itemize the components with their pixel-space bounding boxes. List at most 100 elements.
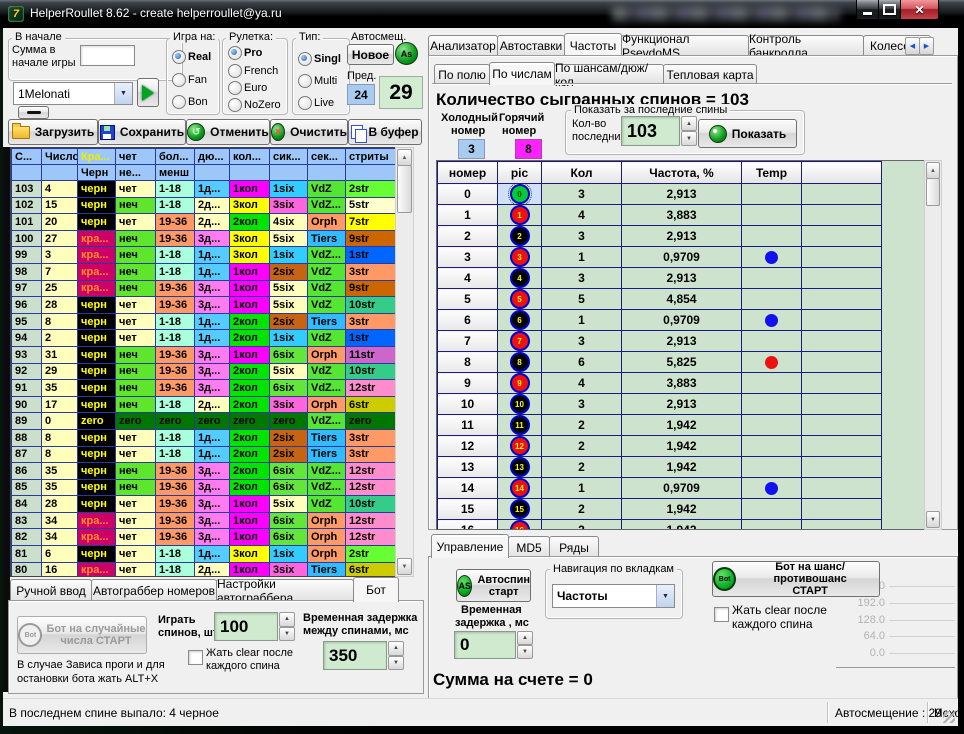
- history-cell[interactable]: 19-36: [156, 214, 195, 231]
- history-cell[interactable]: 1-18: [156, 546, 195, 563]
- count-cell[interactable]: 3: [542, 226, 622, 247]
- history-table-scrollbar[interactable]: ▲ ▼: [395, 147, 414, 577]
- undo-button[interactable]: ↺ Отменить: [186, 119, 270, 145]
- temp-cell[interactable]: [742, 184, 802, 205]
- empty-cell[interactable]: [802, 436, 882, 457]
- number-cell[interactable]: 15: [438, 499, 498, 520]
- history-cell[interactable]: 1кол: [230, 181, 270, 198]
- pic-cell[interactable]: 15: [498, 499, 542, 520]
- history-cell[interactable]: 5six: [270, 363, 308, 380]
- history-cell[interactable]: 4: [42, 181, 78, 198]
- tab-manual-input[interactable]: Ручной ввод: [10, 579, 92, 601]
- number-cell[interactable]: 13: [438, 457, 498, 478]
- history-cell[interactable]: Tiers: [308, 446, 346, 463]
- history-cell[interactable]: черн: [78, 330, 116, 347]
- pic-cell[interactable]: 11: [498, 415, 542, 436]
- history-cell[interactable]: 3д...: [195, 479, 230, 496]
- history-cell[interactable]: черн: [78, 313, 116, 330]
- history-cell[interactable]: 2: [42, 330, 78, 347]
- history-cell[interactable]: 1кол: [230, 496, 270, 513]
- history-cell[interactable]: 10str: [346, 363, 397, 380]
- tab-control[interactable]: Управление: [431, 534, 509, 558]
- radio-real[interactable]: [172, 50, 186, 64]
- count-cell[interactable]: 6: [542, 352, 622, 373]
- pic-cell[interactable]: 13: [498, 457, 542, 478]
- history-cell[interactable]: 1кол: [230, 297, 270, 314]
- history-cell[interactable]: 90: [12, 396, 42, 413]
- history-cell[interactable]: 91: [12, 380, 42, 397]
- history-cell[interactable]: неч: [116, 380, 156, 397]
- history-cell[interactable]: неч: [116, 197, 156, 214]
- history-cell[interactable]: кра...: [78, 529, 116, 546]
- count-cell[interactable]: 3: [542, 331, 622, 352]
- stepper-up-icon[interactable]: ▲: [388, 641, 404, 656]
- spins-count-value[interactable]: 100: [214, 612, 278, 641]
- history-cell[interactable]: VdZ...: [308, 479, 346, 496]
- history-cell[interactable]: 2д...: [195, 396, 230, 413]
- history-cell[interactable]: неч: [116, 479, 156, 496]
- column-header[interactable]: pic: [498, 162, 542, 184]
- history-cell[interactable]: 100: [12, 230, 42, 247]
- spin-delay-value[interactable]: 350: [323, 641, 387, 670]
- column-header[interactable]: кол...: [230, 149, 270, 165]
- number-cell[interactable]: 9: [438, 373, 498, 394]
- number-cell[interactable]: 4: [438, 268, 498, 289]
- pic-cell[interactable]: 2: [498, 226, 542, 247]
- history-cell[interactable]: черн: [78, 346, 116, 363]
- scroll-up-icon[interactable]: ▲: [397, 149, 412, 166]
- history-cell[interactable]: 81: [12, 546, 42, 563]
- history-cell[interactable]: 83: [12, 512, 42, 529]
- pic-cell[interactable]: 8: [498, 352, 542, 373]
- empty-cell[interactable]: [802, 457, 882, 478]
- history-cell[interactable]: 1д...: [195, 429, 230, 446]
- count-cell[interactable]: 2: [542, 520, 622, 531]
- empty-cell[interactable]: [802, 394, 882, 415]
- tab-psevdoms[interactable]: Функционал PsevdoMS: [621, 35, 749, 55]
- random-bot-start-button[interactable]: Bot Бот на случайныечисла СТАРТ: [17, 616, 147, 654]
- tab-ryady[interactable]: Ряды: [549, 536, 599, 558]
- history-cell[interactable]: 103: [12, 181, 42, 198]
- history-cell[interactable]: Tiers: [308, 313, 346, 330]
- scroll-down-icon[interactable]: ▼: [397, 558, 412, 575]
- history-cell[interactable]: 35: [42, 380, 78, 397]
- load-button[interactable]: Загрузить: [8, 119, 98, 145]
- history-cell[interactable]: VdZ: [308, 280, 346, 297]
- history-cell[interactable]: 2кол: [230, 313, 270, 330]
- pic-cell[interactable]: 16: [498, 520, 542, 531]
- history-cell[interactable]: 6str: [346, 396, 397, 413]
- tab-heatmap[interactable]: Тепловая карта: [663, 64, 757, 84]
- history-cell[interactable]: 6: [42, 546, 78, 563]
- history-cell[interactable]: zero: [156, 413, 195, 430]
- history-cell[interactable]: 3кол: [230, 197, 270, 214]
- history-cell[interactable]: чет: [116, 214, 156, 231]
- history-cell[interactable]: неч: [116, 247, 156, 264]
- history-cell[interactable]: черн: [78, 463, 116, 480]
- history-cell[interactable]: 1д...: [195, 181, 230, 198]
- tab-autograbber[interactable]: Автограббер номеров: [91, 579, 217, 601]
- history-cell[interactable]: 15: [42, 197, 78, 214]
- number-cell[interactable]: 11: [438, 415, 498, 436]
- history-cell[interactable]: черн: [78, 496, 116, 513]
- temp-cell[interactable]: [742, 310, 802, 331]
- history-cell[interactable]: 5str: [346, 197, 397, 214]
- frequency-cell[interactable]: 3,883: [622, 205, 742, 226]
- history-cell[interactable]: 1-18: [156, 263, 195, 280]
- history-cell[interactable]: чет: [116, 330, 156, 347]
- pic-cell[interactable]: 0: [498, 184, 542, 205]
- history-cell[interactable]: VdZ: [308, 263, 346, 280]
- history-cell[interactable]: 2кол: [230, 214, 270, 231]
- history-cell[interactable]: 35: [42, 463, 78, 480]
- column-header[interactable]: Temp: [742, 162, 802, 184]
- history-cell[interactable]: 3д...: [195, 297, 230, 314]
- history-cell[interactable]: 3д...: [195, 363, 230, 380]
- frequency-cell[interactable]: 5,825: [622, 352, 742, 373]
- scrollbar-thumb[interactable]: [926, 178, 940, 206]
- temp-cell[interactable]: [742, 499, 802, 520]
- history-cell[interactable]: 1six: [270, 546, 308, 563]
- history-cell[interactable]: VdZ: [308, 363, 346, 380]
- history-cell[interactable]: Orph: [308, 546, 346, 563]
- history-cell[interactable]: VdZ...: [308, 463, 346, 480]
- history-cell[interactable]: zero: [116, 413, 156, 430]
- history-cell[interactable]: 16: [42, 562, 78, 577]
- history-cell[interactable]: 1str: [346, 247, 397, 264]
